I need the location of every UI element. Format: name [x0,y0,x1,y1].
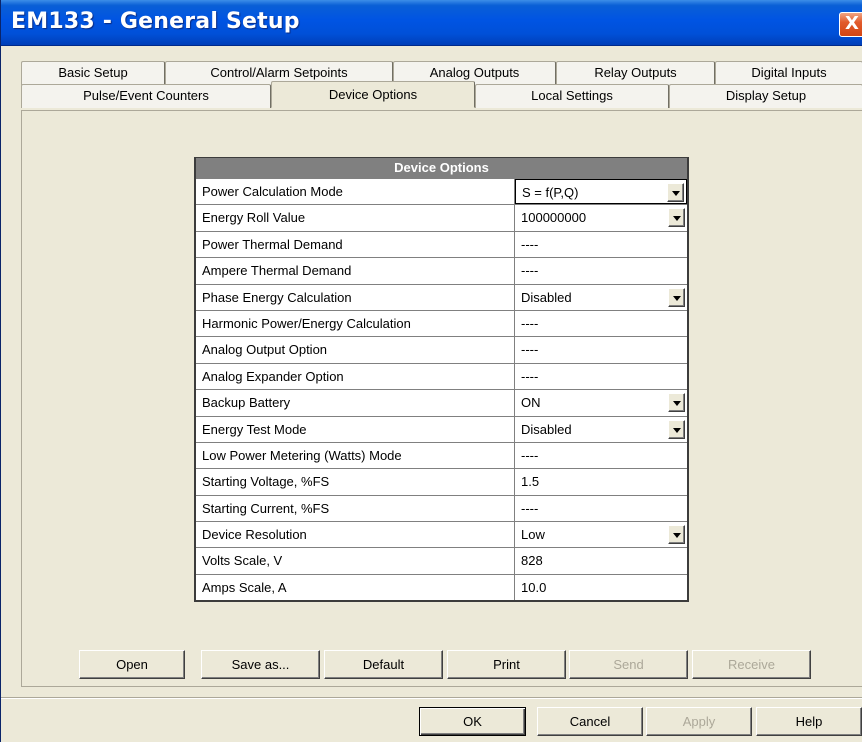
ampere-thermal-demand-value[interactable]: ---- [515,258,687,283]
row-value: Disabled [521,421,572,437]
ok-button[interactable]: OK [419,707,526,736]
chevron-down-icon[interactable] [668,419,685,439]
tab-row-front: Pulse/Event Counters Device Options Loca… [21,81,862,110]
row-label: Analog Expander Option [196,363,515,390]
analog-expander-option-value[interactable]: ---- [515,364,687,389]
grid-row: Analog Expander Option ---- [196,362,687,390]
chevron-down-icon[interactable] [668,393,685,413]
grid-row: Power Thermal Demand ---- [196,230,687,258]
power-thermal-demand-value[interactable]: ---- [515,232,687,257]
row-label: Power Thermal Demand [196,231,515,258]
row-label: Volts Scale, V [196,548,515,574]
open-button[interactable]: Open [79,650,185,679]
row-value: S = f(P,Q) [522,185,579,200]
row-value: ON [521,395,541,411]
device-options-grid: Device Options Power Calculation Mode S … [194,157,689,603]
starting-current-value[interactable]: ---- [515,496,687,521]
grid-row: Power Calculation Mode S = f(P,Q) [196,178,687,205]
analog-output-option-value[interactable]: ---- [515,337,687,362]
row-label: Low Power Metering (Watts) Mode [196,442,515,469]
chevron-down-icon[interactable] [668,208,685,228]
volts-scale-input[interactable]: 828 [515,548,687,573]
tab-device-options[interactable]: Device Options [271,81,475,108]
grid-row: Volts Scale, V 828 [196,547,687,574]
grid-row: Backup Battery ON [196,389,687,416]
low-power-metering-value[interactable]: ---- [515,443,687,468]
power-calculation-mode-select[interactable]: S = f(P,Q) [515,179,687,205]
tab-relay-outputs[interactable]: Relay Outputs [556,61,715,85]
row-label: Energy Test Mode [196,416,515,442]
help-button[interactable]: Help [756,707,862,736]
row-label: Analog Output Option [196,337,515,363]
row-value: Disabled [521,289,572,305]
energy-test-mode-select[interactable]: Disabled [515,417,687,442]
phase-energy-calculation-select[interactable]: Disabled [515,285,687,310]
close-icon[interactable]: X [839,12,862,37]
backup-battery-select[interactable]: ON [515,390,687,415]
tab-display-setup[interactable]: Display Setup [669,84,862,108]
grid-row: Starting Voltage, %FS 1.5 [196,468,687,495]
chevron-down-icon[interactable] [668,525,685,545]
default-button[interactable]: Default [324,650,443,679]
row-value: 100000000 [521,210,587,226]
save-as-button[interactable]: Save as... [201,650,320,679]
row-label: Power Calculation Mode [196,179,515,205]
row-label: Amps Scale, A [196,574,515,601]
apply-button[interactable]: Apply [646,707,752,736]
chevron-down-icon[interactable] [668,287,685,307]
amps-scale-input[interactable]: 10.0 [515,575,687,600]
row-label: Backup Battery [196,390,515,416]
starting-voltage-input[interactable]: 1.5 [515,469,687,494]
grid-row: Energy Roll Value 100000000 [196,204,687,231]
grid-row: Harmonic Power/Energy Calculation ---- [196,309,687,337]
general-setup-window: EM133 - General Setup X Basic Setup Cont… [0,0,862,742]
row-label: Energy Roll Value [196,205,515,231]
title-bar[interactable]: EM133 - General Setup X [1,0,862,46]
grid-row: Energy Test Mode Disabled [196,415,687,442]
row-label: Harmonic Power/Energy Calculation [196,310,515,337]
grid-row: Low Power Metering (Watts) Mode ---- [196,441,687,469]
grid-row: Ampere Thermal Demand ---- [196,257,687,284]
grid-header: Device Options [196,158,687,178]
print-button[interactable]: Print [447,650,566,679]
chevron-down-icon[interactable] [667,183,684,202]
tab-basic-setup[interactable]: Basic Setup [21,61,165,85]
row-label: Device Resolution [196,522,515,548]
row-label: Starting Voltage, %FS [196,469,515,495]
grid-row: Analog Output Option ---- [196,336,687,363]
tab-digital-inputs[interactable]: Digital Inputs [715,61,862,85]
row-value: Low [521,527,545,543]
grid-row: Phase Energy Calculation Disabled [196,283,687,310]
tab-pulse-event-counters[interactable]: Pulse/Event Counters [21,84,271,108]
tab-strip: Basic Setup Control/Alarm Setpoints Anal… [21,58,862,116]
send-button[interactable]: Send [569,650,688,679]
grid-row: Starting Current, %FS ---- [196,494,687,522]
cancel-button[interactable]: Cancel [537,707,643,736]
grid-row: Device Resolution Low [196,521,687,548]
row-label: Phase Energy Calculation [196,284,515,310]
tab-local-settings[interactable]: Local Settings [475,84,669,108]
window-title: EM133 - General Setup [11,9,300,34]
row-label: Starting Current, %FS [196,495,515,522]
receive-button[interactable]: Receive [692,650,811,679]
device-resolution-select[interactable]: Low [515,522,687,547]
grid-row: Amps Scale, A 10.0 [196,573,687,601]
row-label: Ampere Thermal Demand [196,258,515,284]
energy-roll-value-select[interactable]: 100000000 [515,205,687,230]
harmonic-power-energy-value[interactable]: ---- [515,311,687,336]
bottom-separator [1,697,862,699]
